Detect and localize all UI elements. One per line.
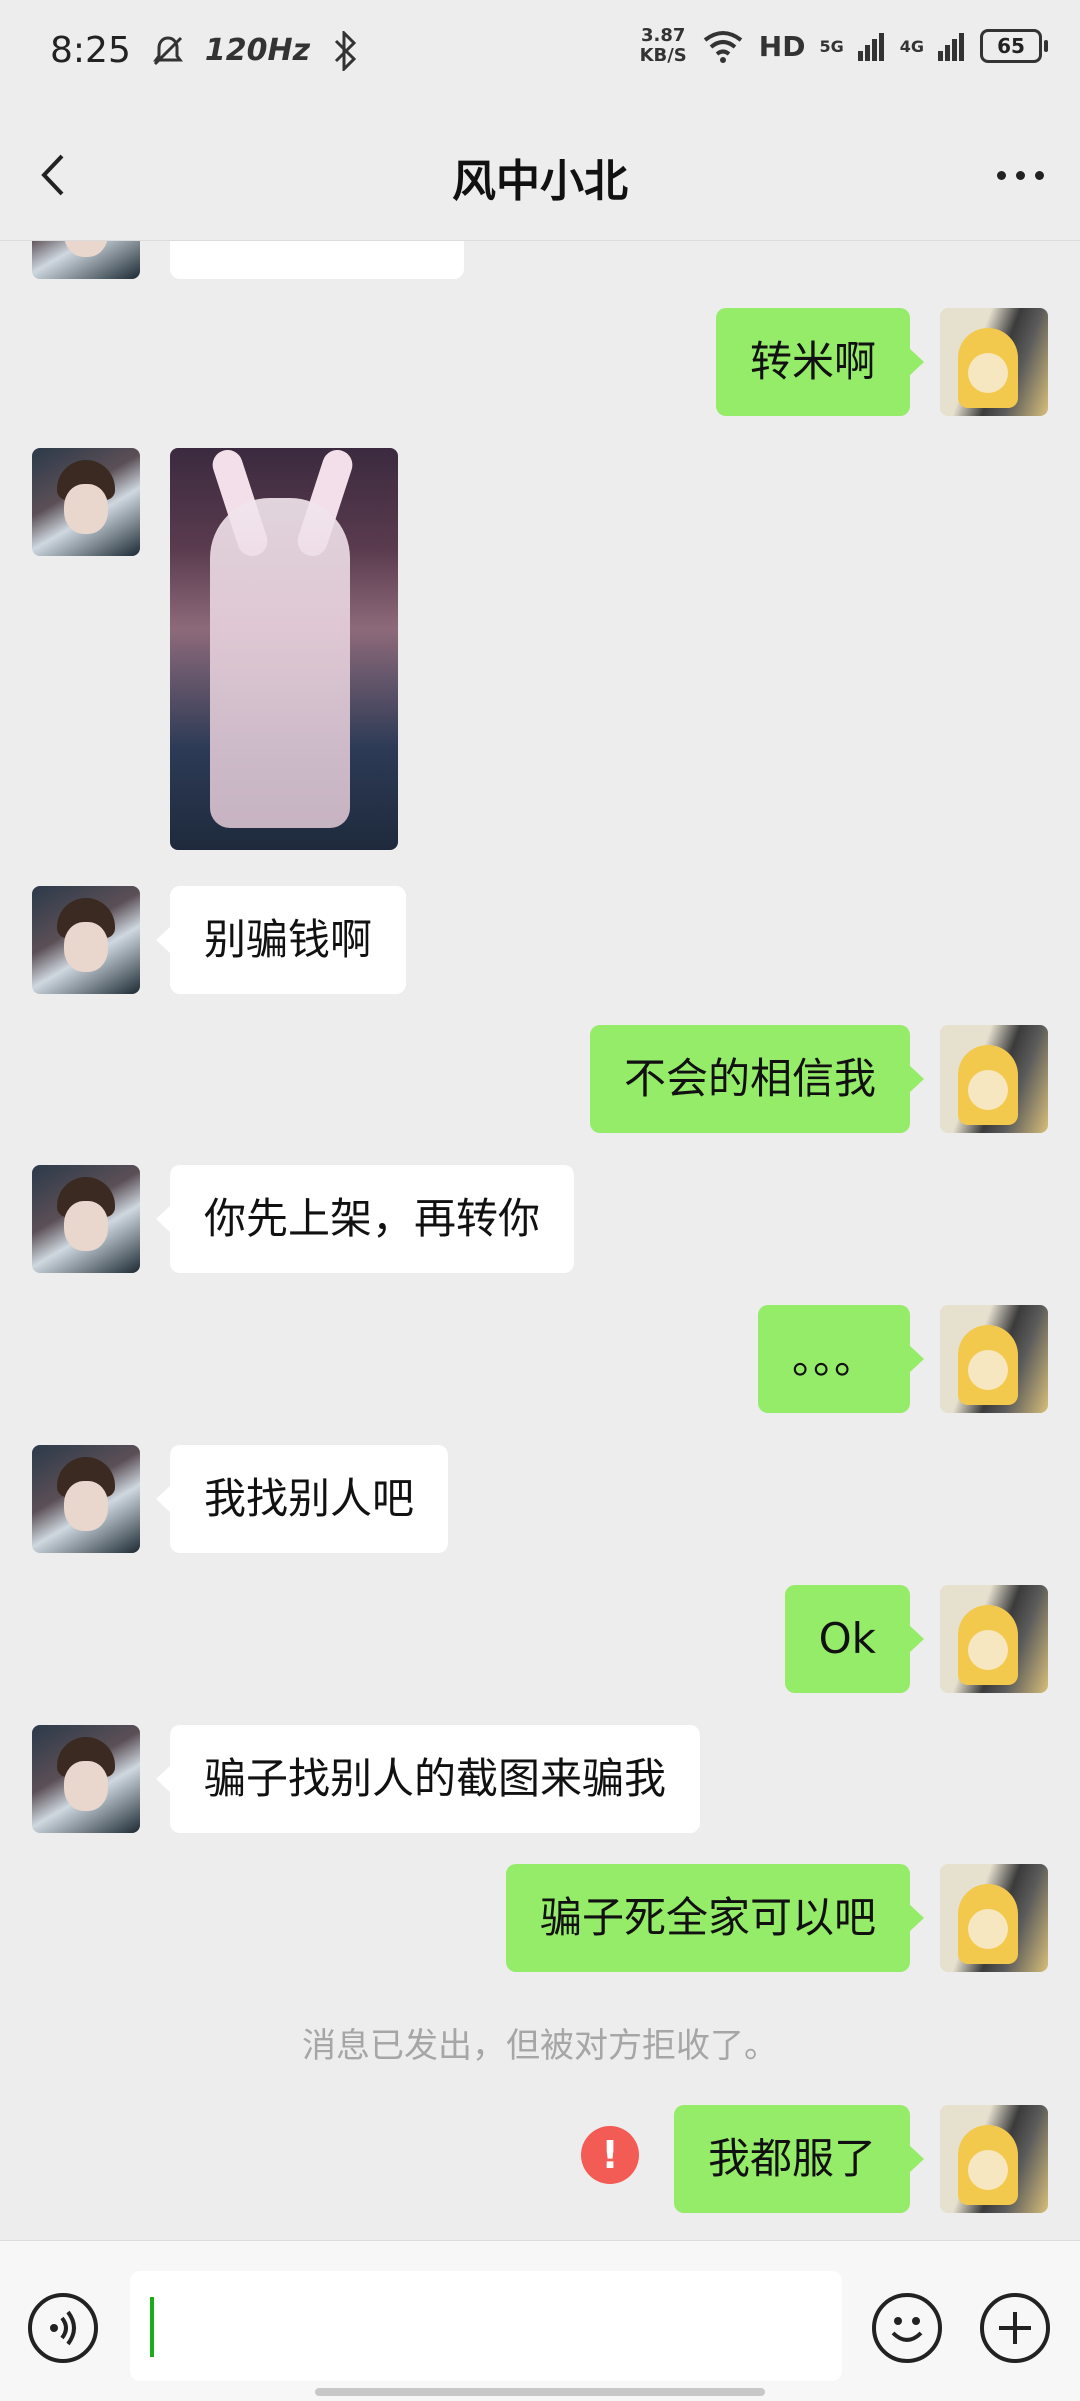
message-bubble[interactable]: 转米啊	[715, 308, 925, 416]
plus-icon	[999, 2312, 1031, 2344]
emoji-icon	[891, 2317, 923, 2342]
message-bubble[interactable]: 你先上架，再转你	[155, 1165, 575, 1273]
error-icon[interactable]: !	[581, 2126, 639, 2184]
status-time: 8:25	[50, 30, 131, 71]
net-speed-unit: KB/S	[639, 45, 687, 66]
network-4g: 4G	[899, 36, 924, 56]
image-message[interactable]	[170, 448, 398, 850]
message-bubble[interactable]: 。。。	[757, 1305, 925, 1413]
status-bar: 8:25 120Hz 3.87 KB/S HD 5G 4G 65	[0, 0, 1080, 110]
signal-icon	[857, 33, 884, 61]
my-avatar[interactable]	[940, 1305, 1048, 1413]
message-bubble[interactable]: 不会的相信我	[589, 1025, 925, 1133]
plus-button[interactable]	[980, 2293, 1050, 2363]
voice-button[interactable]	[28, 2293, 98, 2363]
peer-avatar[interactable]	[32, 241, 140, 279]
system-notice: 消息已发出，但被对方拒收了。	[302, 2026, 778, 2066]
more-icon	[996, 170, 1006, 180]
message-bubble[interactable]: 骗子找别人的截图来骗我	[155, 1725, 701, 1833]
emoji-button[interactable]	[872, 2293, 942, 2363]
more-icon	[1015, 170, 1025, 180]
hd-label: HD	[758, 29, 806, 63]
my-avatar[interactable]	[940, 1025, 1048, 1133]
my-avatar[interactable]	[940, 1864, 1048, 1972]
peer-avatar[interactable]	[32, 1165, 140, 1273]
bluetooth-icon	[334, 30, 357, 71]
refresh-rate: 120Hz	[204, 33, 311, 68]
voice-icon	[50, 2310, 76, 2346]
peer-avatar[interactable]	[32, 1725, 140, 1833]
battery-icon: 65	[980, 29, 1048, 63]
message-bubble[interactable]: 我找别人吧	[155, 1445, 449, 1553]
my-avatar[interactable]	[940, 1585, 1048, 1693]
message-list[interactable]: 转米啊 别骗钱啊 不会的相信我 你先上架，再转你 。。。 我找别人吧 Ok 骗子…	[0, 241, 1080, 2240]
signal-icon	[938, 33, 964, 61]
chat-header: 风中小北	[0, 110, 1080, 241]
peer-avatar[interactable]	[32, 886, 140, 994]
message-bubble[interactable]: 骗子死全家可以吧	[505, 1864, 925, 1972]
text-cursor	[150, 2297, 154, 2357]
mute-icon	[152, 35, 183, 65]
net-speed-value: 3.87	[640, 25, 686, 46]
peer-avatar[interactable]	[32, 448, 140, 556]
message-bubble[interactable]: Ok	[784, 1585, 925, 1693]
my-avatar[interactable]	[940, 2105, 1048, 2213]
input-bar	[0, 2240, 1080, 2401]
page-title: 风中小北	[452, 156, 628, 207]
message-input[interactable]	[130, 2271, 842, 2381]
my-avatar[interactable]	[940, 308, 1048, 416]
home-indicator[interactable]	[315, 2388, 765, 2396]
message-bubble-partial[interactable]	[170, 241, 464, 279]
message-bubble[interactable]: 别骗钱啊	[155, 886, 407, 994]
more-icon	[1034, 170, 1044, 180]
message-bubble-failed[interactable]: 我都服了	[673, 2105, 925, 2213]
network-5g: 5G	[819, 36, 844, 56]
more-button[interactable]	[990, 160, 1050, 190]
peer-avatar[interactable]	[32, 1445, 140, 1553]
wifi-icon	[703, 31, 743, 63]
net-speed: 3.87 KB/S	[640, 26, 687, 66]
